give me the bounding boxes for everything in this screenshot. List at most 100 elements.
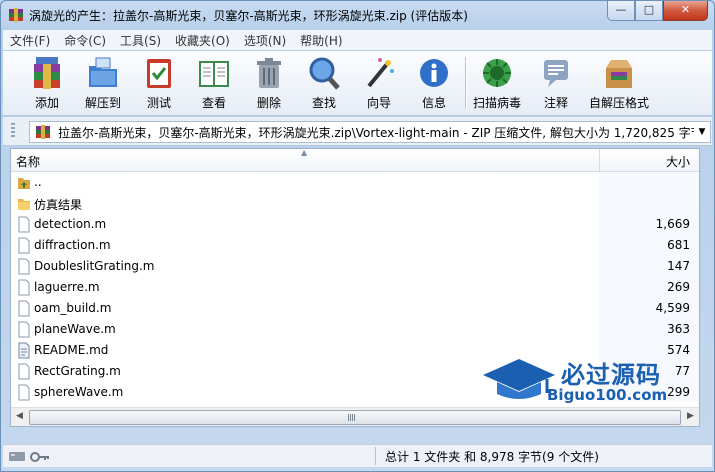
status-bar: 总计 1 文件夹 和 8,978 字节(9 个文件) [3, 444, 712, 467]
document-icon [18, 300, 30, 317]
add-archive-icon [34, 57, 60, 89]
address-bar: 拉盖尔-高斯光束，贝塞尔-高斯光束，环形涡旋光束.zip\Vortex-ligh… [3, 117, 712, 146]
file-size: 363 [667, 322, 690, 336]
file-name: 仿真结果 [34, 198, 83, 212]
scrollbar-grip [348, 414, 356, 421]
document-icon [18, 216, 30, 233]
virus-scan-icon [483, 59, 511, 87]
info-label: 信息 [421, 96, 446, 110]
file-name: sphereWave.m [34, 385, 124, 399]
file-size: 147 [667, 259, 690, 273]
wizard-label: 向导 [366, 96, 391, 110]
list-item-parent[interactable]: .. [11, 172, 699, 193]
title-bar[interactable]: 涡旋光的产生：拉盖尔-高斯光束，贝塞尔-高斯光束，环形涡旋光束.zip (评估版… [1, 1, 714, 29]
document-icon [18, 321, 30, 338]
watermark-logo: 必过源码 Biguo100.com [481, 353, 681, 413]
document-icon [18, 363, 30, 380]
column-header-size[interactable]: 大小 [599, 149, 699, 171]
graduation-cap-icon [483, 359, 555, 399]
view-label: 查看 [201, 96, 226, 110]
file-name: DoubleslitGrating.m [34, 259, 155, 273]
list-item-folder[interactable]: 仿真结果 [11, 193, 699, 214]
list-item[interactable]: oam_build.m 4,599 [11, 298, 699, 319]
drive-key-icon[interactable] [7, 448, 51, 464]
add-label: 添加 [34, 96, 59, 110]
menu-bar: 文件(F) 命令(C) 工具(S) 收藏夹(O) 选项(N) 帮助(H) [3, 30, 712, 50]
address-bar-grip [11, 123, 15, 139]
markdown-file-icon [18, 342, 30, 359]
trash-can-icon [257, 58, 281, 88]
sfx-box-icon [606, 60, 632, 88]
sfx-label: 自解压格式 [588, 96, 649, 110]
menu-options[interactable]: 选项(N) [237, 30, 293, 50]
extract-to-label: 解压到 [84, 96, 121, 110]
list-header: ▲ 名称 大小 [11, 149, 699, 172]
sort-ascending-icon: ▲ [301, 148, 308, 157]
find-label: 查找 [311, 96, 336, 110]
file-name: detection.m [34, 217, 107, 231]
document-icon [18, 258, 30, 275]
document-icon [18, 237, 30, 254]
status-separator [375, 447, 376, 465]
zip-file-icon [36, 125, 50, 139]
scroll-left-icon[interactable]: ◀ [11, 408, 28, 425]
parent-folder-icon [18, 178, 30, 189]
add-button[interactable]: 添加 [19, 54, 75, 112]
column-header-name[interactable]: 名称 [16, 153, 40, 170]
list-item[interactable]: diffraction.m 681 [11, 235, 699, 256]
file-name: RectGrating.m [34, 364, 121, 378]
menu-file[interactable]: 文件(F) [3, 30, 57, 50]
document-icon [18, 279, 30, 296]
file-size: 1,669 [655, 217, 690, 231]
file-name: laguerre.m [34, 280, 100, 294]
menu-favorites[interactable]: 收藏夹(O) [168, 30, 237, 50]
menu-tools[interactable]: 工具(S) [113, 30, 168, 50]
watermark-subtitle: Biguo100.com [547, 386, 668, 404]
view-button[interactable]: 查看 [186, 54, 242, 112]
sfx-button[interactable]: 自解压格式 [589, 54, 649, 112]
address-dropdown-icon[interactable]: ▼ [694, 122, 710, 142]
scroll-right-icon[interactable]: ▶ [682, 408, 699, 425]
file-size: 269 [667, 280, 690, 294]
wizard-button[interactable]: 向导 [351, 54, 407, 112]
info-icon [420, 59, 448, 87]
status-summary: 总计 1 文件夹 和 8,978 字节(9 个文件) [385, 450, 599, 464]
file-name: oam_build.m [34, 301, 112, 315]
info-button[interactable]: 信息 [406, 54, 462, 112]
file-size: 681 [667, 238, 690, 252]
menu-commands[interactable]: 命令(C) [57, 30, 113, 50]
close-button[interactable]: ✕ [663, 1, 708, 21]
comment-button[interactable]: 注释 [528, 54, 584, 112]
file-name: planeWave.m [34, 322, 116, 336]
winrar-app-icon[interactable] [8, 7, 24, 23]
delete-button[interactable]: 删除 [241, 54, 297, 112]
find-button[interactable]: 查找 [296, 54, 352, 112]
delete-label: 删除 [256, 96, 281, 110]
list-item[interactable]: DoubleslitGrating.m 147 [11, 256, 699, 277]
list-item[interactable]: laguerre.m 269 [11, 277, 699, 298]
list-item[interactable]: detection.m 1,669 [11, 214, 699, 235]
file-size: 4,599 [655, 301, 690, 315]
comment-label: 注释 [543, 96, 568, 110]
list-item[interactable]: planeWave.m 363 [11, 319, 699, 340]
address-path: 拉盖尔-高斯光束，贝塞尔-高斯光束，环形涡旋光束.zip\Vortex-ligh… [58, 126, 703, 140]
file-name: README.md [34, 343, 109, 357]
toolbar: 添加 解压到 测试 查看 删除 查找 向导 信息 扫描病毒 注释 自解压格式 [3, 51, 712, 116]
watermark-title: 必过源码 [561, 361, 661, 389]
toolbar-separator [465, 57, 467, 109]
file-name: diffraction.m [34, 238, 111, 252]
wizard-wand-icon [367, 58, 394, 88]
address-field[interactable]: 拉盖尔-高斯光束，贝塞尔-高斯光束，环形涡旋光束.zip\Vortex-ligh… [29, 121, 711, 143]
test-button[interactable]: 测试 [131, 54, 187, 112]
minimize-button[interactable]: — [607, 1, 635, 21]
scan-virus-button[interactable]: 扫描病毒 [469, 54, 525, 112]
extract-to-button[interactable]: 解压到 [75, 54, 131, 112]
magnifier-icon [309, 57, 340, 90]
menu-help[interactable]: 帮助(H) [293, 30, 349, 50]
window-controls: — □ ✕ [607, 1, 708, 21]
maximize-button[interactable]: □ [635, 1, 663, 21]
test-clipboard-icon [147, 59, 171, 88]
winrar-window: 涡旋光的产生：拉盖尔-高斯光束，贝塞尔-高斯光束，环形涡旋光束.zip (评估版… [0, 0, 715, 472]
column-header-size-label: 大小 [665, 155, 690, 169]
scan-virus-label: 扫描病毒 [472, 96, 521, 110]
